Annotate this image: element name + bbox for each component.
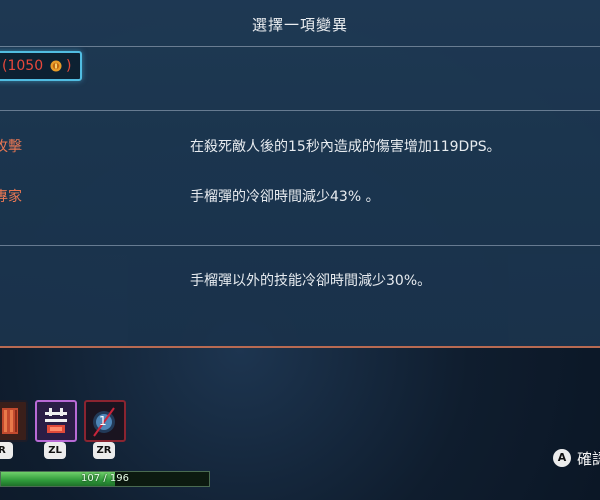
cost-value: (1050 <box>2 58 44 74</box>
health-text: 107 / 196 <box>81 473 129 484</box>
a-button-icon[interactable]: A <box>553 449 571 467</box>
grenade-count: 1 <box>99 414 107 428</box>
mutation-description-3[interactable]: 手榴彈以外的技能冷卻時間減少30%。 <box>190 270 431 290</box>
confirm-label[interactable]: 確認 <box>577 448 600 469</box>
mutation-name-1[interactable]: 攻擊 <box>0 136 22 156</box>
mutation-panel: 選擇一項變異 (1050 ) 攻擊 在殺死敵人後的15秒內造成的傷害增加119D… <box>0 0 600 348</box>
skill-key-r: R <box>0 442 13 459</box>
cost-close: ) <box>66 58 72 74</box>
mutation-description-1[interactable]: 在殺死敵人後的15秒內造成的傷害增加119DPS。 <box>190 136 501 156</box>
skill-key-zr: ZR <box>93 442 115 459</box>
health-bar: 107 / 196 <box>0 471 210 487</box>
divider <box>0 110 600 111</box>
panel-bottom-border <box>0 346 600 348</box>
panel-header: 選擇一項變異 <box>0 0 600 47</box>
coin-icon <box>50 60 62 72</box>
divider <box>0 245 600 246</box>
skill-slot-zl[interactable] <box>35 400 77 442</box>
skill-slot-weapon[interactable] <box>0 400 28 442</box>
red-weapon-icon <box>2 408 18 434</box>
page-title: 選擇一項變異 <box>251 16 348 34</box>
mutation-name-2[interactable]: 專家 <box>0 186 22 206</box>
skill-key-zl: ZL <box>44 442 66 459</box>
purple-skill-icon <box>45 408 67 433</box>
mutation-description-2[interactable]: 手榴彈的冷卻時間減少43% 。 <box>190 186 380 206</box>
skill-slot-zr[interactable]: 1 <box>84 400 126 442</box>
cost-box[interactable]: (1050 ) <box>0 51 82 81</box>
